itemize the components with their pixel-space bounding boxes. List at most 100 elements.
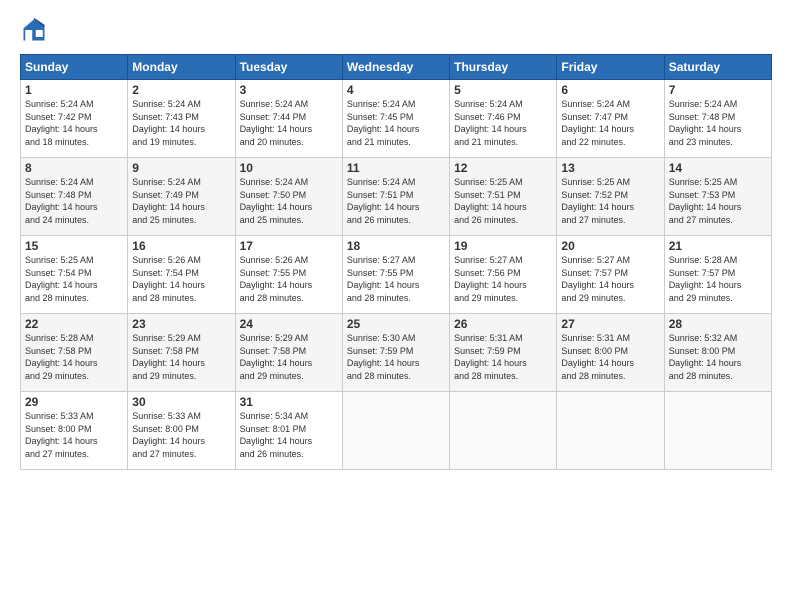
day-info: Sunrise: 5:24 AMSunset: 7:45 PMDaylight:… xyxy=(347,98,445,148)
calendar-empty-cell xyxy=(557,392,664,470)
calendar-day-3: 3Sunrise: 5:24 AMSunset: 7:44 PMDaylight… xyxy=(235,80,342,158)
calendar-day-4: 4Sunrise: 5:24 AMSunset: 7:45 PMDaylight… xyxy=(342,80,449,158)
calendar-day-11: 11Sunrise: 5:24 AMSunset: 7:51 PMDayligh… xyxy=(342,158,449,236)
day-number: 29 xyxy=(25,395,123,409)
calendar-day-24: 24Sunrise: 5:29 AMSunset: 7:58 PMDayligh… xyxy=(235,314,342,392)
day-number: 22 xyxy=(25,317,123,331)
day-number: 8 xyxy=(25,161,123,175)
day-info: Sunrise: 5:33 AMSunset: 8:00 PMDaylight:… xyxy=(25,410,123,460)
calendar-day-6: 6Sunrise: 5:24 AMSunset: 7:47 PMDaylight… xyxy=(557,80,664,158)
calendar-header-saturday: Saturday xyxy=(664,55,771,80)
calendar-day-21: 21Sunrise: 5:28 AMSunset: 7:57 PMDayligh… xyxy=(664,236,771,314)
day-info: Sunrise: 5:25 AMSunset: 7:52 PMDaylight:… xyxy=(561,176,659,226)
day-number: 1 xyxy=(25,83,123,97)
day-number: 13 xyxy=(561,161,659,175)
day-info: Sunrise: 5:24 AMSunset: 7:43 PMDaylight:… xyxy=(132,98,230,148)
day-info: Sunrise: 5:28 AMSunset: 7:57 PMDaylight:… xyxy=(669,254,767,304)
day-number: 23 xyxy=(132,317,230,331)
calendar-header-friday: Friday xyxy=(557,55,664,80)
day-number: 7 xyxy=(669,83,767,97)
calendar-day-14: 14Sunrise: 5:25 AMSunset: 7:53 PMDayligh… xyxy=(664,158,771,236)
calendar-empty-cell xyxy=(450,392,557,470)
day-info: Sunrise: 5:24 AMSunset: 7:44 PMDaylight:… xyxy=(240,98,338,148)
day-info: Sunrise: 5:26 AMSunset: 7:55 PMDaylight:… xyxy=(240,254,338,304)
calendar-header-tuesday: Tuesday xyxy=(235,55,342,80)
calendar-day-25: 25Sunrise: 5:30 AMSunset: 7:59 PMDayligh… xyxy=(342,314,449,392)
calendar-week-5: 29Sunrise: 5:33 AMSunset: 8:00 PMDayligh… xyxy=(21,392,772,470)
calendar-day-28: 28Sunrise: 5:32 AMSunset: 8:00 PMDayligh… xyxy=(664,314,771,392)
calendar-header-thursday: Thursday xyxy=(450,55,557,80)
day-info: Sunrise: 5:32 AMSunset: 8:00 PMDaylight:… xyxy=(669,332,767,382)
day-info: Sunrise: 5:31 AMSunset: 7:59 PMDaylight:… xyxy=(454,332,552,382)
calendar-week-1: 1Sunrise: 5:24 AMSunset: 7:42 PMDaylight… xyxy=(21,80,772,158)
day-number: 20 xyxy=(561,239,659,253)
day-number: 16 xyxy=(132,239,230,253)
day-number: 15 xyxy=(25,239,123,253)
calendar-day-17: 17Sunrise: 5:26 AMSunset: 7:55 PMDayligh… xyxy=(235,236,342,314)
day-number: 9 xyxy=(132,161,230,175)
day-info: Sunrise: 5:24 AMSunset: 7:51 PMDaylight:… xyxy=(347,176,445,226)
day-info: Sunrise: 5:27 AMSunset: 7:57 PMDaylight:… xyxy=(561,254,659,304)
calendar-week-4: 22Sunrise: 5:28 AMSunset: 7:58 PMDayligh… xyxy=(21,314,772,392)
logo xyxy=(20,16,52,44)
calendar-day-29: 29Sunrise: 5:33 AMSunset: 8:00 PMDayligh… xyxy=(21,392,128,470)
day-info: Sunrise: 5:31 AMSunset: 8:00 PMDaylight:… xyxy=(561,332,659,382)
day-info: Sunrise: 5:34 AMSunset: 8:01 PMDaylight:… xyxy=(240,410,338,460)
day-number: 4 xyxy=(347,83,445,97)
day-info: Sunrise: 5:28 AMSunset: 7:58 PMDaylight:… xyxy=(25,332,123,382)
calendar-day-5: 5Sunrise: 5:24 AMSunset: 7:46 PMDaylight… xyxy=(450,80,557,158)
day-info: Sunrise: 5:26 AMSunset: 7:54 PMDaylight:… xyxy=(132,254,230,304)
day-info: Sunrise: 5:29 AMSunset: 7:58 PMDaylight:… xyxy=(240,332,338,382)
day-number: 2 xyxy=(132,83,230,97)
day-info: Sunrise: 5:24 AMSunset: 7:46 PMDaylight:… xyxy=(454,98,552,148)
calendar-header-monday: Monday xyxy=(128,55,235,80)
day-number: 21 xyxy=(669,239,767,253)
calendar-day-30: 30Sunrise: 5:33 AMSunset: 8:00 PMDayligh… xyxy=(128,392,235,470)
calendar-day-1: 1Sunrise: 5:24 AMSunset: 7:42 PMDaylight… xyxy=(21,80,128,158)
day-number: 14 xyxy=(669,161,767,175)
calendar-header-wednesday: Wednesday xyxy=(342,55,449,80)
day-info: Sunrise: 5:27 AMSunset: 7:56 PMDaylight:… xyxy=(454,254,552,304)
day-info: Sunrise: 5:24 AMSunset: 7:47 PMDaylight:… xyxy=(561,98,659,148)
day-number: 30 xyxy=(132,395,230,409)
calendar-day-10: 10Sunrise: 5:24 AMSunset: 7:50 PMDayligh… xyxy=(235,158,342,236)
day-number: 19 xyxy=(454,239,552,253)
calendar-day-19: 19Sunrise: 5:27 AMSunset: 7:56 PMDayligh… xyxy=(450,236,557,314)
calendar-day-27: 27Sunrise: 5:31 AMSunset: 8:00 PMDayligh… xyxy=(557,314,664,392)
day-number: 18 xyxy=(347,239,445,253)
calendar-day-16: 16Sunrise: 5:26 AMSunset: 7:54 PMDayligh… xyxy=(128,236,235,314)
day-info: Sunrise: 5:24 AMSunset: 7:42 PMDaylight:… xyxy=(25,98,123,148)
day-info: Sunrise: 5:24 AMSunset: 7:50 PMDaylight:… xyxy=(240,176,338,226)
day-number: 3 xyxy=(240,83,338,97)
day-info: Sunrise: 5:24 AMSunset: 7:48 PMDaylight:… xyxy=(25,176,123,226)
calendar-table: SundayMondayTuesdayWednesdayThursdayFrid… xyxy=(20,54,772,470)
calendar-day-15: 15Sunrise: 5:25 AMSunset: 7:54 PMDayligh… xyxy=(21,236,128,314)
day-number: 25 xyxy=(347,317,445,331)
calendar-empty-cell xyxy=(342,392,449,470)
day-number: 17 xyxy=(240,239,338,253)
day-number: 28 xyxy=(669,317,767,331)
calendar-day-7: 7Sunrise: 5:24 AMSunset: 7:48 PMDaylight… xyxy=(664,80,771,158)
page: SundayMondayTuesdayWednesdayThursdayFrid… xyxy=(0,0,792,612)
calendar-empty-cell xyxy=(664,392,771,470)
day-number: 31 xyxy=(240,395,338,409)
day-info: Sunrise: 5:25 AMSunset: 7:53 PMDaylight:… xyxy=(669,176,767,226)
calendar-day-18: 18Sunrise: 5:27 AMSunset: 7:55 PMDayligh… xyxy=(342,236,449,314)
day-info: Sunrise: 5:27 AMSunset: 7:55 PMDaylight:… xyxy=(347,254,445,304)
calendar-day-31: 31Sunrise: 5:34 AMSunset: 8:01 PMDayligh… xyxy=(235,392,342,470)
logo-icon xyxy=(20,16,48,44)
calendar-day-12: 12Sunrise: 5:25 AMSunset: 7:51 PMDayligh… xyxy=(450,158,557,236)
day-info: Sunrise: 5:24 AMSunset: 7:49 PMDaylight:… xyxy=(132,176,230,226)
calendar-week-2: 8Sunrise: 5:24 AMSunset: 7:48 PMDaylight… xyxy=(21,158,772,236)
calendar-day-23: 23Sunrise: 5:29 AMSunset: 7:58 PMDayligh… xyxy=(128,314,235,392)
calendar-day-22: 22Sunrise: 5:28 AMSunset: 7:58 PMDayligh… xyxy=(21,314,128,392)
calendar-day-20: 20Sunrise: 5:27 AMSunset: 7:57 PMDayligh… xyxy=(557,236,664,314)
day-info: Sunrise: 5:24 AMSunset: 7:48 PMDaylight:… xyxy=(669,98,767,148)
day-info: Sunrise: 5:33 AMSunset: 8:00 PMDaylight:… xyxy=(132,410,230,460)
day-info: Sunrise: 5:30 AMSunset: 7:59 PMDaylight:… xyxy=(347,332,445,382)
calendar-day-8: 8Sunrise: 5:24 AMSunset: 7:48 PMDaylight… xyxy=(21,158,128,236)
day-number: 26 xyxy=(454,317,552,331)
calendar-day-2: 2Sunrise: 5:24 AMSunset: 7:43 PMDaylight… xyxy=(128,80,235,158)
calendar-header-sunday: Sunday xyxy=(21,55,128,80)
day-number: 27 xyxy=(561,317,659,331)
